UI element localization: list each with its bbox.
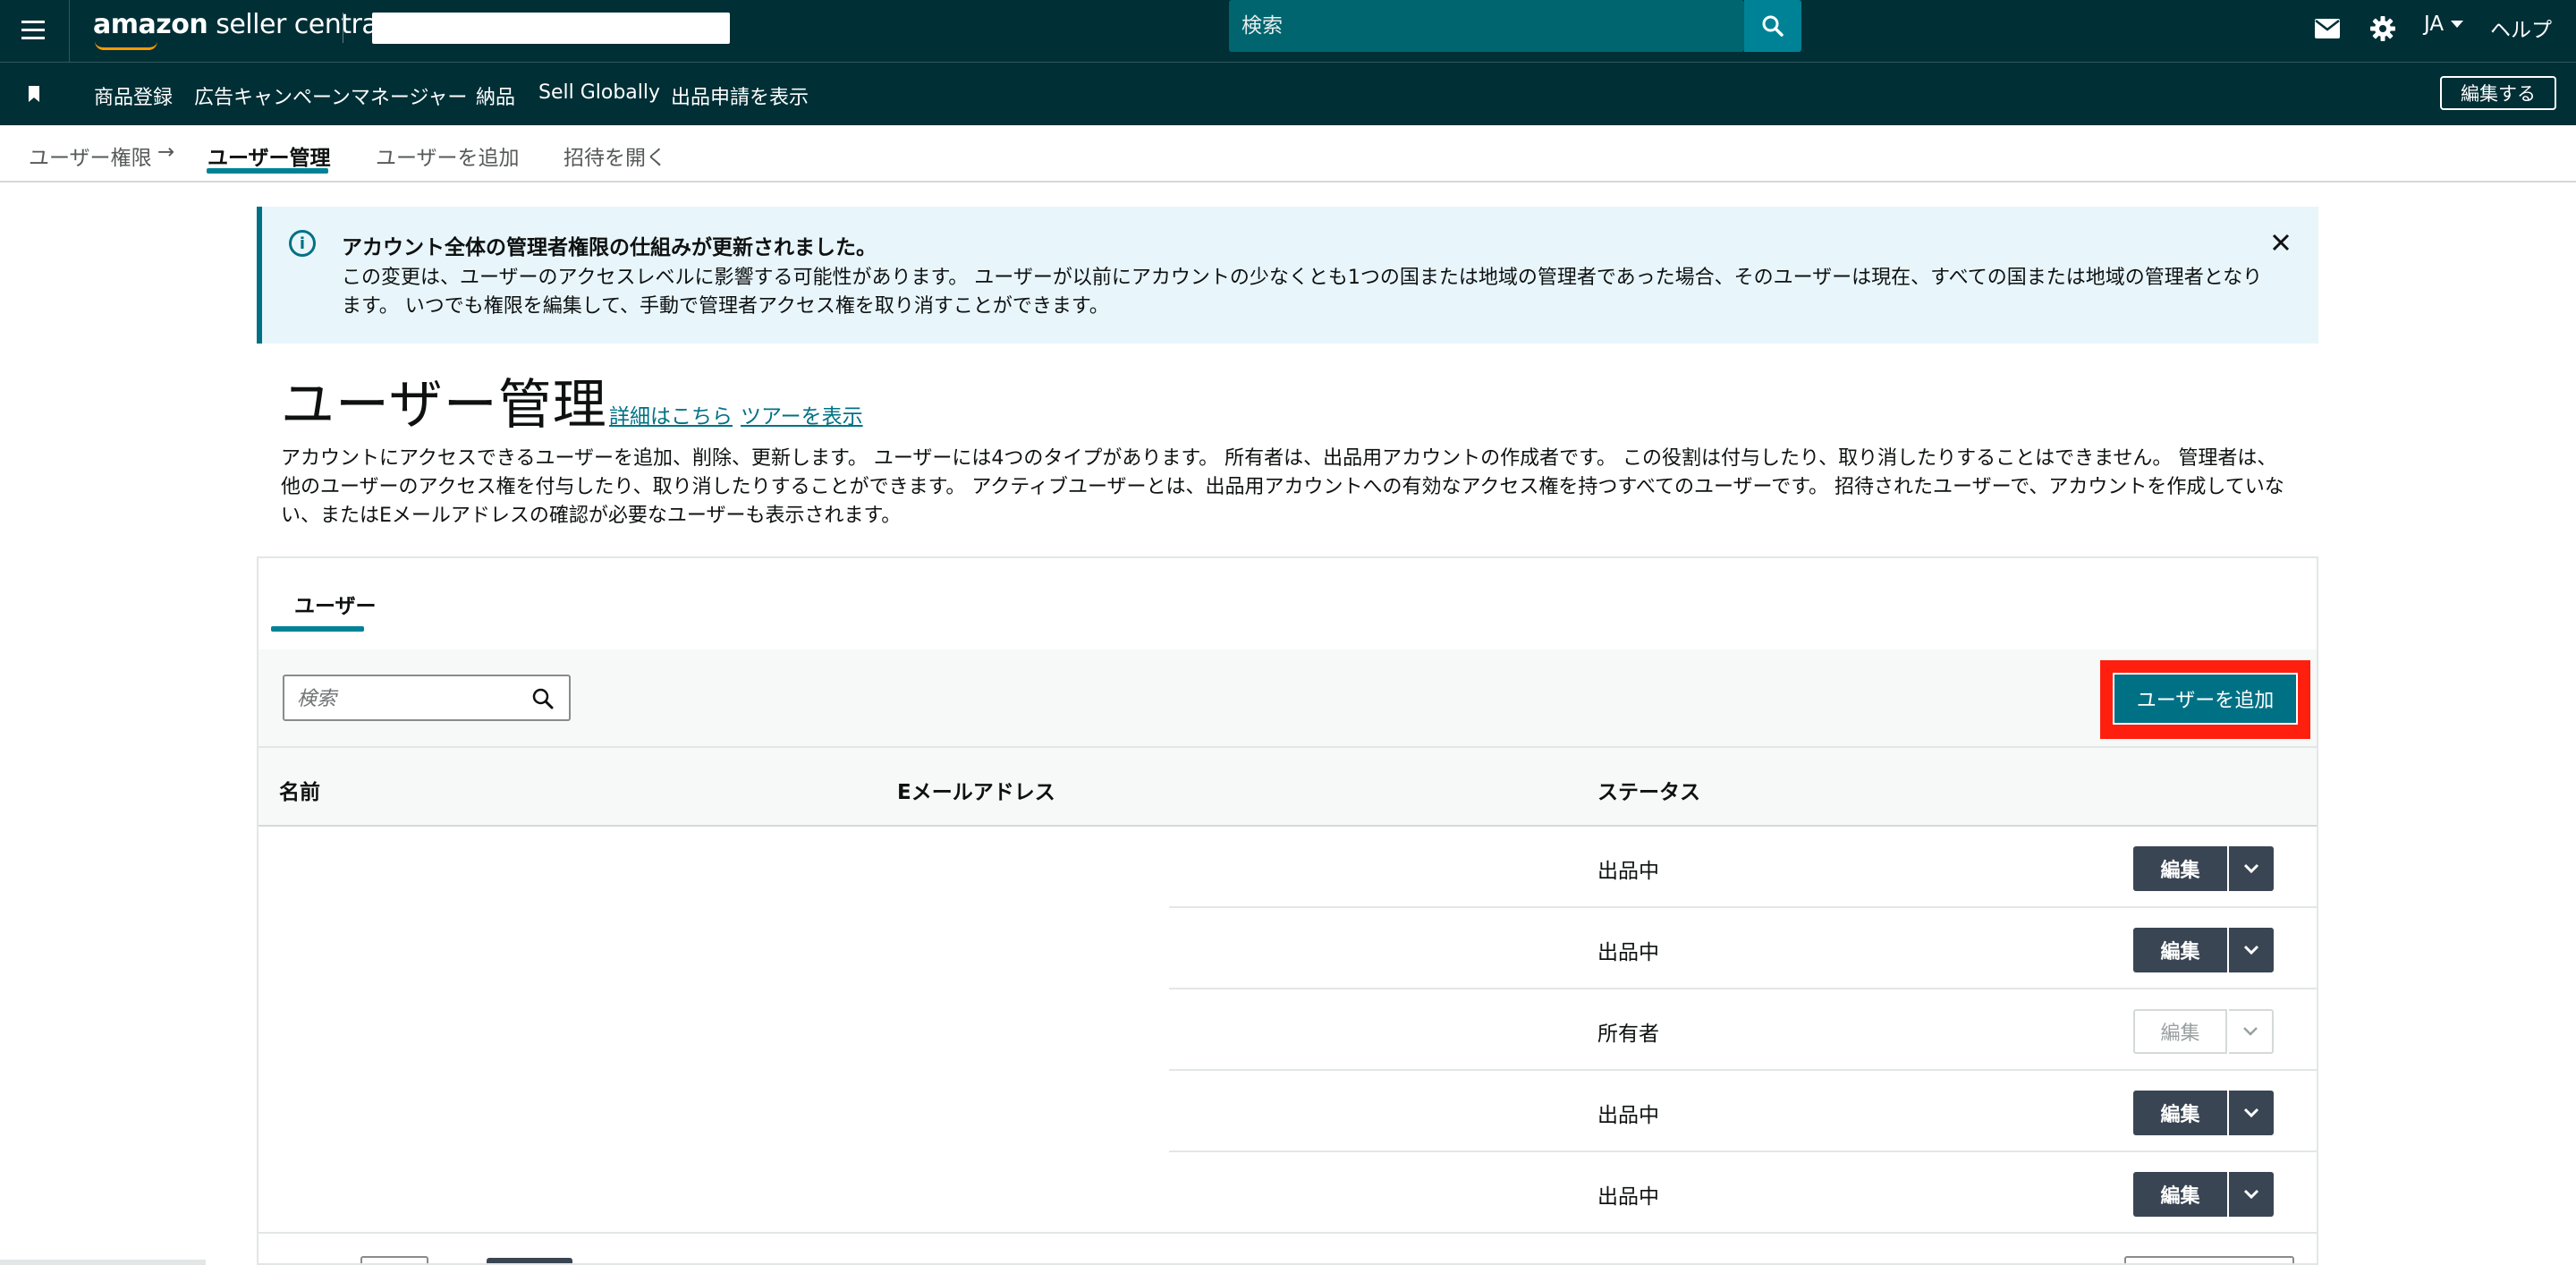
search-icon[interactable]: [531, 687, 555, 710]
table-header: 名前 Eメールアドレス ステータス: [258, 746, 2317, 827]
bookmark-icon[interactable]: [28, 86, 40, 102]
chevron-down-icon: [2243, 1108, 2259, 1118]
edit-dropdown-button[interactable]: [2229, 846, 2274, 891]
edit-dropdown-button-disabled: [2229, 1009, 2274, 1054]
pagination-button[interactable]: [487, 1258, 572, 1263]
add-user-button[interactable]: ユーザーを追加: [2113, 673, 2298, 725]
users-panel: ユーザー ユーザーを追加 名前 Eメールアドレス ステータス 出品中 編集 出品…: [257, 556, 2318, 1265]
column-header-email[interactable]: Eメールアドレス: [897, 775, 1055, 805]
logo-smile: [95, 41, 157, 50]
chevron-down-icon: [2243, 863, 2259, 874]
breadcrumb-user-permissions[interactable]: ユーザー権限: [29, 140, 152, 171]
close-icon[interactable]: [2267, 228, 2295, 257]
help-link[interactable]: ヘルプ: [2490, 13, 2552, 43]
alert-body: この変更は、ユーザーのアクセスレベルに影響する可能性があります。 ユーザーが以前…: [342, 267, 2263, 318]
search-button[interactable]: [1744, 0, 1801, 52]
top-bar: amazon seller central JA ヘルプ: [0, 0, 2576, 62]
divider: [69, 0, 70, 62]
status-cell: 出品中: [1597, 941, 1659, 964]
edit-button-disabled: 編集: [2133, 1009, 2227, 1054]
caret-down-icon: [2451, 21, 2464, 28]
page-title: ユーザー管理: [281, 374, 607, 437]
learn-more-link[interactable]: 詳細はこちら: [609, 399, 733, 429]
edit-shortcuts-button[interactable]: 編集する: [2440, 76, 2556, 110]
nav-item-view-approvals[interactable]: 出品申請を表示: [671, 81, 809, 110]
pagination-control[interactable]: [2124, 1256, 2294, 1263]
chevron-down-icon: [2243, 1189, 2259, 1200]
logo-product: seller central: [208, 9, 386, 40]
alert-title: アカウント全体の管理者権限の仕組みが更新されました。: [342, 236, 877, 259]
search-input[interactable]: [1241, 11, 1742, 41]
table-toolbar: ユーザーを追加: [258, 649, 2317, 746]
page-size-select[interactable]: [360, 1256, 428, 1263]
info-icon: i: [289, 230, 316, 257]
column-header-name[interactable]: 名前: [279, 775, 320, 805]
language-label: JA: [2424, 13, 2445, 36]
nav-item-shipments[interactable]: 納品: [476, 81, 515, 110]
info-alert: i アカウント全体の管理者権限の仕組みが更新されました。 この変更は、ユーザーの…: [257, 207, 2318, 344]
table-row: 所有者 編集: [258, 989, 2317, 1071]
chevron-down-icon: [2243, 1027, 2258, 1036]
edit-dropdown-button[interactable]: [2229, 1091, 2274, 1135]
edit-dropdown-button[interactable]: [2229, 928, 2274, 972]
status-cell: 出品中: [1597, 1104, 1659, 1127]
edit-button[interactable]: 編集: [2133, 928, 2227, 972]
edit-button[interactable]: 編集: [2133, 1172, 2227, 1217]
status-cell: 所有者: [1597, 1023, 1659, 1046]
page-description: アカウントにアクセスできるユーザーを追加、削除、更新します。 ユーザーには4つの…: [281, 447, 2284, 527]
nav-item-catalog[interactable]: 商品登録: [94, 81, 173, 110]
logo-brand: amazon: [93, 9, 208, 40]
nav-item-sell-globally[interactable]: Sell Globally: [538, 81, 660, 104]
menu-icon[interactable]: [21, 16, 48, 43]
edit-button[interactable]: 編集: [2133, 1091, 2227, 1135]
show-tour-link[interactable]: ツアーを表示: [741, 399, 863, 429]
status-cell: 出品中: [1597, 860, 1659, 883]
table-row: 出品中 編集: [258, 827, 2317, 908]
sub-navigation: ユーザー権限 → ユーザー管理 ユーザーを追加 招待を開く: [0, 125, 2576, 183]
seller-central-logo[interactable]: amazon seller central: [93, 9, 386, 50]
status-cell: 出品中: [1597, 1185, 1659, 1209]
tab-user-management[interactable]: ユーザー管理: [208, 140, 331, 171]
active-tab-indicator: [271, 626, 364, 632]
user-search-input[interactable]: [297, 685, 530, 712]
nav-item-campaign-manager[interactable]: 広告キャンペーンマネージャー: [194, 81, 467, 110]
table-row: 出品中 編集: [258, 1152, 2317, 1234]
chevron-down-icon: [2243, 945, 2259, 955]
arrow-right-icon: →: [157, 140, 175, 164]
account-selector-redacted[interactable]: [372, 13, 730, 44]
edit-dropdown-button[interactable]: [2229, 1172, 2274, 1217]
shortcut-bar: 商品登録 広告キャンペーンマネージャー 納品 Sell Globally 出品申…: [0, 62, 2576, 125]
table-row: 出品中 編集: [258, 908, 2317, 989]
search-icon: [1762, 15, 1784, 37]
language-selector[interactable]: JA: [2424, 13, 2464, 36]
table-row: 出品中 編集: [258, 1071, 2317, 1152]
column-header-status[interactable]: ステータス: [1597, 775, 1700, 805]
gear-icon[interactable]: [2367, 13, 2399, 45]
user-search-field: [283, 675, 571, 721]
mail-icon[interactable]: [2311, 13, 2343, 45]
bottom-left-widget: [0, 1260, 206, 1265]
tab-open-invites[interactable]: 招待を開く: [564, 140, 666, 171]
tab-users[interactable]: ユーザー: [294, 589, 377, 619]
tab-add-user[interactable]: ユーザーを追加: [376, 140, 520, 171]
edit-button[interactable]: 編集: [2133, 846, 2227, 891]
active-tab-indicator: [207, 168, 328, 174]
row-divider: [258, 1232, 2317, 1234]
